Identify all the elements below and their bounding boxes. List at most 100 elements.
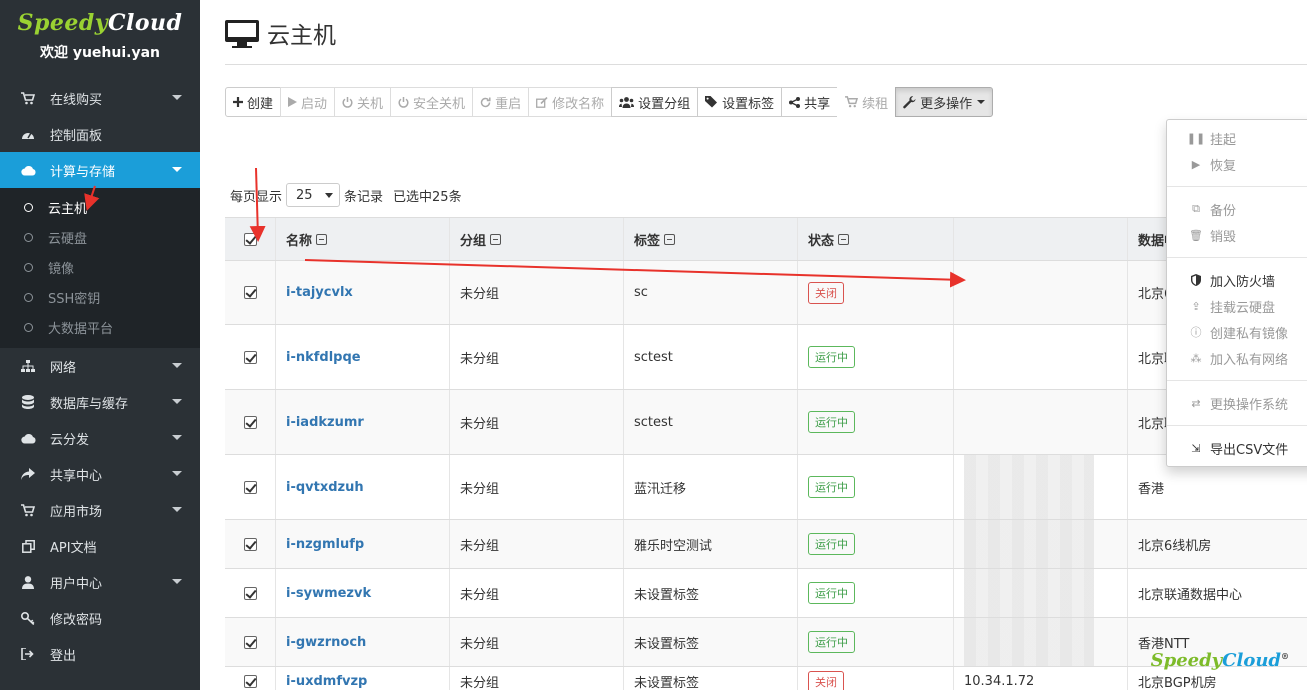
chevron-down-icon (172, 363, 182, 368)
row-checkbox[interactable] (243, 675, 257, 688)
tag-cell: sctest (624, 390, 798, 454)
vm-name-link[interactable]: i-gwzrnoch (286, 635, 366, 650)
column-tag[interactable]: 标签 (624, 218, 798, 260)
tag-value: 蓝汛迁移 (634, 481, 687, 497)
set-tag-button[interactable]: 设置标签 (697, 87, 783, 117)
sidebar-item-buy[interactable]: 在线购买 (0, 80, 200, 116)
sidebar-item-cdn[interactable]: 云分发 (0, 420, 200, 456)
sidebar-item-change-password[interactable]: 修改密码 (0, 600, 200, 636)
menu-item-add-firewall[interactable]: 加入防火墙 (1167, 267, 1307, 293)
sidebar-subitem-bigdata[interactable]: 大数据平台 (0, 312, 200, 342)
sidebar-item-network[interactable]: 网络 (0, 348, 200, 384)
monitor-icon (225, 18, 259, 48)
vm-name-link[interactable]: i-uxdmfvzp (286, 674, 367, 689)
row-checkbox[interactable] (243, 286, 257, 299)
vm-name-link[interactable]: i-iadkzumr (286, 415, 364, 430)
row-checkbox-cell (225, 569, 276, 617)
menu-item-destroy[interactable]: 🗑︎ 销毁 (1167, 222, 1307, 248)
table-row[interactable]: i-sywmezvk 未分组 未设置标签 运行中 北京联通数据中心 (225, 569, 1307, 618)
sidebar-item-dashboard[interactable]: 控制面板 (0, 116, 200, 152)
menu-item-resume[interactable]: ▶ 恢复 (1167, 151, 1307, 177)
table-row[interactable]: i-tajycvlx未分组sc关闭北京6线机房 (225, 261, 1307, 325)
sidebar-subitem-vm[interactable]: 云主机 (0, 192, 200, 222)
vm-name-link[interactable]: i-tajycvlx (286, 285, 353, 300)
sidebar-item-compute[interactable]: 计算与存储 (0, 152, 200, 188)
column-status[interactable]: 状态 (798, 218, 954, 260)
speedycloud-logo[interactable]: SpeedyCloud (0, 10, 200, 36)
vm-table: 名称 分组 标签 状态 数据中心 i-tajycvlx未分组sc关闭北京6线机房… (225, 217, 1307, 690)
more-actions-button[interactable]: 更多操作 (895, 87, 994, 117)
database-icon (20, 394, 36, 410)
create-button[interactable]: 创建 (225, 87, 282, 117)
set-group-button[interactable]: 设置分组 (611, 87, 699, 117)
restart-label: 重启 (495, 96, 522, 112)
collapse-icon[interactable] (316, 233, 328, 245)
row-checkbox[interactable] (243, 635, 257, 649)
select-all-checkbox[interactable] (243, 232, 257, 246)
vm-name-link[interactable]: i-qvtxdzuh (286, 480, 364, 495)
vm-name-link[interactable]: i-nzgmlufp (286, 537, 364, 552)
menu-item-backup[interactable]: ⧉ 备份 (1167, 196, 1307, 222)
menu-item-export-csv[interactable]: ⇲ 导出CSV文件 (1167, 435, 1307, 461)
chevron-down-icon (172, 579, 182, 584)
sidebar-subitem-disk[interactable]: 云硬盘 (0, 222, 200, 252)
row-checkbox[interactable] (243, 415, 257, 429)
renew-button[interactable]: 续租 (837, 87, 897, 117)
page-header: 云主机 (225, 16, 336, 50)
table-row[interactable]: i-nzgmlufp 未分组 雅乐时空测试 运行中 北京6线机房 (225, 520, 1307, 569)
row-checkbox[interactable] (243, 537, 257, 551)
collapse-icon[interactable] (490, 233, 502, 245)
group-cell: 未分组 (450, 569, 624, 617)
sidebar-item-database[interactable]: 数据库与缓存 (0, 384, 200, 420)
menu-item-join-network[interactable]: ⁂ 加入私有网络 (1167, 345, 1307, 371)
menu-item-change-os[interactable]: ⇄ 更换操作系统 (1167, 390, 1307, 416)
chevron-down-icon (172, 471, 182, 476)
logout-icon (20, 646, 36, 662)
safe-shutdown-button[interactable]: 安全关机 (390, 87, 474, 117)
vm-name-link[interactable]: i-nkfdlpqe (286, 350, 361, 365)
collapse-icon[interactable] (664, 233, 676, 245)
shutdown-button[interactable]: 关机 (334, 87, 392, 117)
restart-button[interactable]: 重启 (472, 87, 530, 117)
table-row[interactable]: i-nkfdlpqe未分组sctest运行中北京联通数据中心 (225, 325, 1307, 390)
table-row[interactable]: i-gwzrnoch 未分组 未设置标签 运行中 香港NTT (225, 618, 1307, 667)
chevron-down-icon (977, 100, 986, 104)
collapse-icon[interactable] (838, 233, 850, 245)
share-button[interactable]: 共享 (781, 87, 839, 117)
menu-item-suspend[interactable]: ❚❚ 挂起 (1167, 125, 1307, 151)
sidebar-subitem-image[interactable]: 镜像 (0, 252, 200, 282)
group-cell: 未分组 (450, 455, 624, 519)
column-name[interactable]: 名称 (276, 218, 450, 260)
header-label: 名称 (286, 233, 313, 249)
menu-item-create-image[interactable]: ⓘ 创建私有镜像 (1167, 319, 1307, 345)
sidebar-item-api[interactable]: API文档 (0, 528, 200, 564)
sidebar-item-share-center[interactable]: 共享中心 (0, 456, 200, 492)
sidebar-item-user-center[interactable]: 用户中心 (0, 564, 200, 600)
logo-part2: Cloud (108, 10, 183, 36)
vm-name-link[interactable]: i-sywmezvk (286, 586, 371, 601)
row-checkbox[interactable] (243, 480, 257, 494)
table-row[interactable]: i-uxdmfvzp 未分组 未设置标签 关闭 10.34.1.72 北京BGP机房 (225, 667, 1307, 690)
datacenter-value: 北京BGP机房 (1138, 676, 1217, 690)
status-cell: 运行中 (798, 390, 954, 454)
rename-button[interactable]: 修改名称 (528, 87, 613, 117)
sidebar-subitem-ssh[interactable]: SSH密钥 (0, 282, 200, 312)
table-row[interactable]: i-iadkzumr未分组sctest运行中北京联通数据中心 (225, 390, 1307, 455)
sidebar-item-logout[interactable]: 登出 (0, 636, 200, 672)
sidebar-item-label: 登出 (50, 648, 77, 664)
start-button[interactable]: 启动 (280, 87, 336, 117)
row-checkbox[interactable] (243, 586, 257, 600)
table-row[interactable]: i-qvtxdzuh 未分组 蓝汛迁移 运行中 香港 (225, 455, 1307, 520)
row-checkbox[interactable] (243, 350, 257, 364)
menu-item-mount-disk[interactable]: ⇪ 挂载云硬盘 (1167, 293, 1307, 319)
edit-icon (536, 96, 548, 108)
group-cell: 未分组 (450, 618, 624, 666)
trash-icon: 🗑︎ (1189, 228, 1203, 242)
page-size-select[interactable]: 25 (286, 183, 341, 207)
menu-label: 更换操作系统 (1210, 397, 1289, 413)
datacenter-value: 北京联通数据中心 (1138, 587, 1243, 603)
column-group[interactable]: 分组 (450, 218, 624, 260)
renew-label: 续租 (862, 96, 889, 112)
redacted-block (964, 455, 1094, 519)
sidebar-item-market[interactable]: 应用市场 (0, 492, 200, 528)
